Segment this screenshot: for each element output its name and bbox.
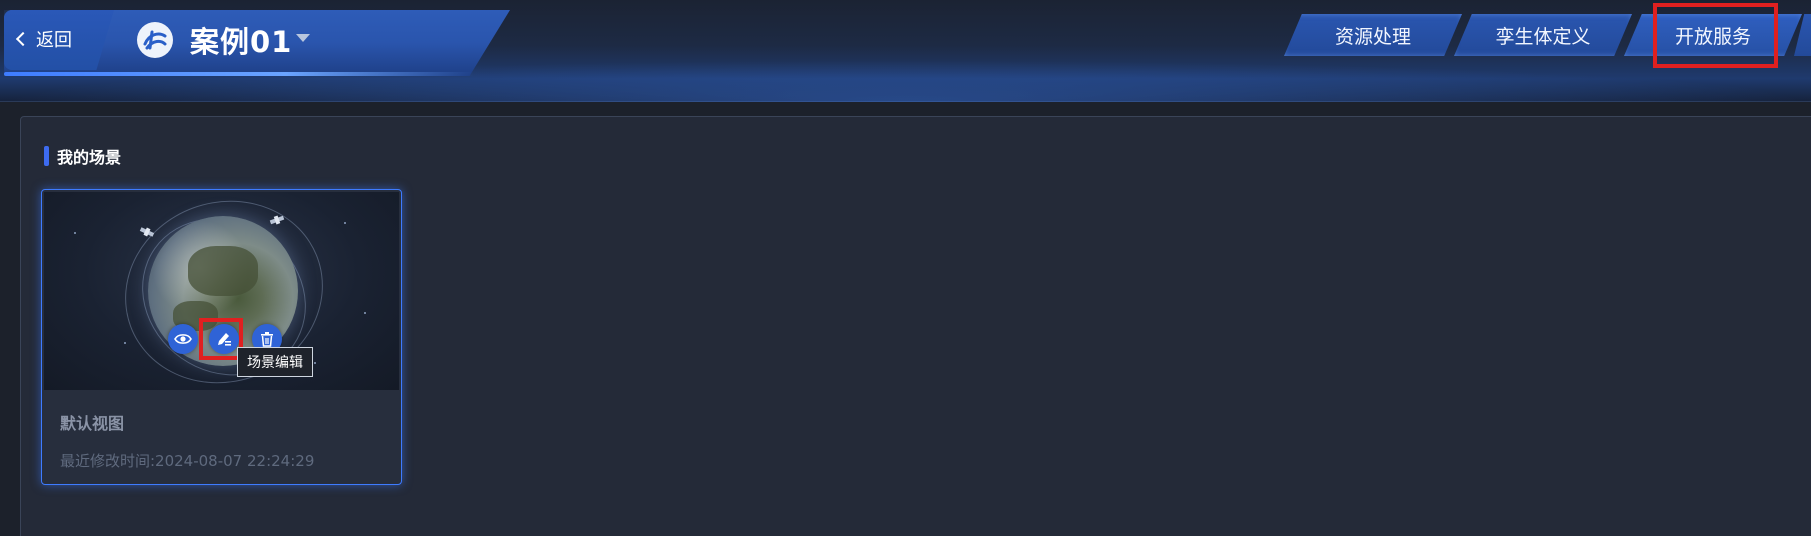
star — [74, 232, 76, 234]
section-title-text: 我的场景 — [57, 148, 122, 167]
chevron-left-icon — [15, 31, 31, 47]
tab-label: 孪生体定义 — [1495, 25, 1591, 48]
tab-label: 资源处理 — [1334, 25, 1411, 48]
eye-icon — [174, 334, 192, 344]
scene-name: 默认视图 — [60, 414, 125, 433]
edit-tooltip: 场景编辑 — [237, 347, 313, 377]
scene-modified-time: 最近修改时间:2024-08-07 22:24:29 — [60, 452, 315, 470]
view-button[interactable] — [168, 324, 198, 354]
satellite-icon — [139, 227, 155, 237]
project-title: 案例01 — [190, 25, 293, 59]
globe-logo-icon — [137, 22, 173, 58]
scene-card[interactable]: 场景编辑 默认视图 最近修改时间:2024-08-07 22:24:29 — [41, 189, 402, 485]
star — [124, 342, 126, 344]
title-panel-edge — [4, 72, 474, 76]
tab-twin-definition[interactable]: 孪生体定义 — [1454, 14, 1632, 56]
section-accent-bar — [44, 146, 49, 166]
star — [364, 312, 366, 314]
section-title: 我的场景 — [44, 144, 121, 168]
star — [344, 222, 346, 224]
tab-resource-processing[interactable]: 资源处理 — [1284, 14, 1462, 56]
earth-landmass — [188, 246, 258, 296]
back-button[interactable]: 返回 — [15, 26, 72, 52]
star — [314, 362, 316, 364]
highlight-box-open-service — [1653, 3, 1778, 68]
back-label: 返回 — [36, 30, 72, 51]
scene-thumbnail — [44, 192, 399, 390]
trash-icon — [261, 332, 273, 347]
chevron-down-icon[interactable] — [296, 34, 310, 42]
